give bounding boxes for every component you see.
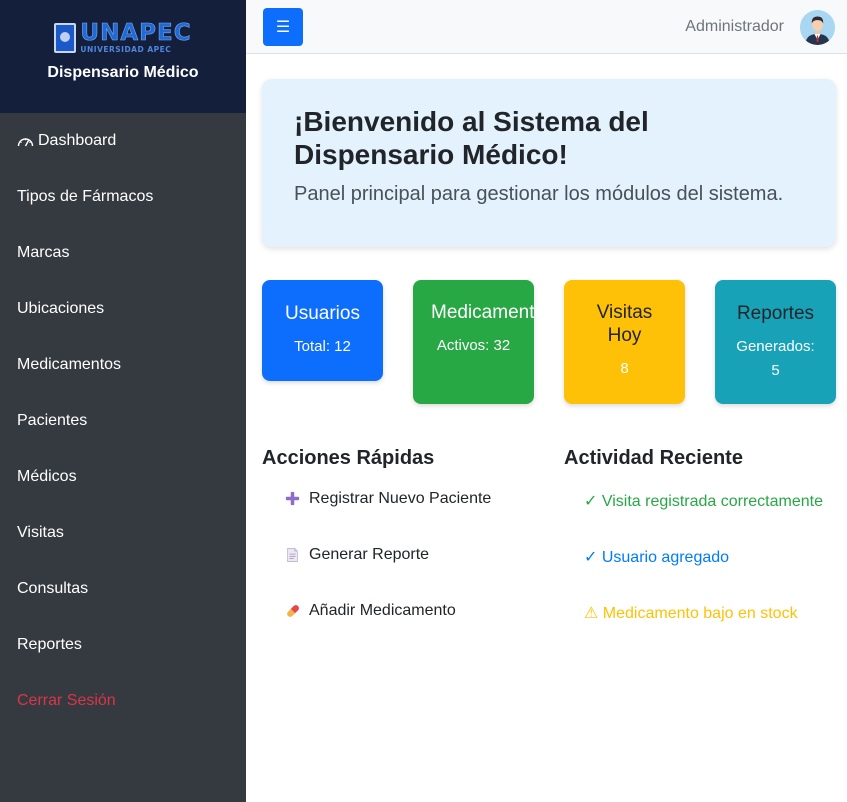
sidebar-item-label: Marcas — [17, 244, 70, 261]
unapec-logo: UNAPEC UNIVERSIDAD APEC — [54, 20, 192, 55]
plus-icon — [284, 490, 301, 507]
user-avatar-icon[interactable] — [800, 10, 835, 45]
sidebar-item-tipos-farmacos[interactable]: Tipos de Fármacos — [0, 169, 246, 225]
sidebar-item-label: Consultas — [17, 580, 89, 597]
logo-subtitle: UNIVERSIDAD APEC — [80, 45, 172, 55]
document-icon — [284, 546, 301, 563]
card-value: Generados: 5 — [736, 338, 815, 379]
logo-wordmark: UNAPEC — [80, 20, 192, 47]
main-content: ¡Bienvenido al Sistema del Dispensario M… — [246, 54, 847, 802]
sidebar-item-visitas[interactable]: Visitas — [0, 505, 246, 561]
sidebar-header: UNAPEC UNIVERSIDAD APEC Dispensario Médi… — [0, 0, 246, 113]
sidebar-item-label: Pacientes — [17, 412, 88, 429]
card-title: Reportes — [736, 303, 815, 324]
activity-item: ⚠ Medicamento bajo en stock — [584, 605, 798, 622]
welcome-title: ¡Bienvenido al Sistema del Dispensario M… — [294, 106, 649, 170]
hamburger-icon: ☰ — [275, 19, 291, 36]
pill-icon — [284, 602, 301, 619]
sidebar-item-label: Ubicaciones — [17, 300, 105, 317]
card-value: Activos: 32 — [436, 337, 511, 354]
sidebar-item-ubicaciones[interactable]: Ubicaciones — [0, 281, 246, 337]
gauge-icon — [17, 138, 34, 147]
sidebar: UNAPEC UNIVERSIDAD APEC Dispensario Médi… — [0, 0, 246, 802]
sidebar-item-marcas[interactable]: Marcas — [0, 225, 246, 281]
sidebar-item-label: Cerrar Sesión — [17, 692, 116, 709]
quick-actions-title: Acciones Rápidas — [262, 447, 435, 469]
stat-card-reportes[interactable]: Reportes Generados: 5 — [715, 280, 836, 404]
sidebar-title: Dispensario Médico — [47, 64, 199, 81]
topbar: ☰ Administrador — [246, 0, 847, 54]
sidebar-item-label: Medicamentos — [17, 356, 122, 373]
recent-activity-title: Actividad Reciente — [564, 447, 743, 469]
welcome-subtitle: Panel principal para gestionar los módul… — [294, 183, 784, 205]
sidebar-item-label: Dashboard — [38, 132, 117, 149]
sidebar-nav: Dashboard Tipos de Fármacos Marcas Ubica… — [0, 113, 246, 729]
stat-card-visitas-hoy[interactable]: Visitas Hoy 8 — [564, 280, 685, 404]
action-label: Generar Reporte — [309, 546, 430, 563]
menu-toggle-button[interactable]: ☰ — [263, 8, 303, 46]
sidebar-item-label: Tipos de Fármacos — [17, 188, 154, 205]
sidebar-item-label: Médicos — [17, 468, 77, 485]
sidebar-item-reportes[interactable]: Reportes — [0, 617, 246, 673]
sidebar-item-dashboard[interactable]: Dashboard — [0, 113, 246, 169]
card-title: Medicamentos — [431, 302, 555, 323]
action-generar-reporte[interactable]: Generar Reporte — [284, 546, 491, 602]
activity-item: ✓ Usuario agregado — [584, 549, 730, 566]
sidebar-item-consultas[interactable]: Consultas — [0, 561, 246, 617]
stat-card-usuarios[interactable]: Usuarios Total: 12 — [262, 280, 383, 381]
user-name: Administrador — [685, 18, 784, 35]
action-registrar-paciente[interactable]: Registrar Nuevo Paciente — [284, 490, 491, 546]
sidebar-item-label: Visitas — [17, 524, 64, 541]
activity-item: ✓ Visita registrada correctamente — [584, 493, 823, 510]
action-label: Registrar Nuevo Paciente — [309, 490, 492, 507]
card-title: Visitas Hoy — [596, 302, 653, 346]
welcome-banner: ¡Bienvenido al Sistema del Dispensario M… — [262, 79, 836, 247]
stat-card-medicamentos[interactable]: Medicamentos Activos: 32 — [413, 280, 555, 404]
card-title: Usuarios — [285, 303, 360, 324]
sidebar-item-label: Reportes — [17, 636, 82, 653]
action-anadir-medicamento[interactable]: Añadir Medicamento — [284, 602, 491, 658]
sidebar-item-medicos[interactable]: Médicos — [0, 449, 246, 505]
card-value: Total: 12 — [294, 338, 351, 355]
action-label: Añadir Medicamento — [309, 602, 456, 619]
quick-actions-list: Registrar Nuevo Paciente Generar Reporte… — [284, 490, 491, 658]
sidebar-item-pacientes[interactable]: Pacientes — [0, 393, 246, 449]
sidebar-item-medicamentos[interactable]: Medicamentos — [0, 337, 246, 393]
recent-activity-list: ✓ Visita registrada correctamente ✓ Usua… — [584, 490, 824, 658]
card-value: 8 — [620, 360, 629, 377]
logout-link[interactable]: Cerrar Sesión — [0, 673, 246, 729]
university-seal-icon — [54, 23, 77, 53]
